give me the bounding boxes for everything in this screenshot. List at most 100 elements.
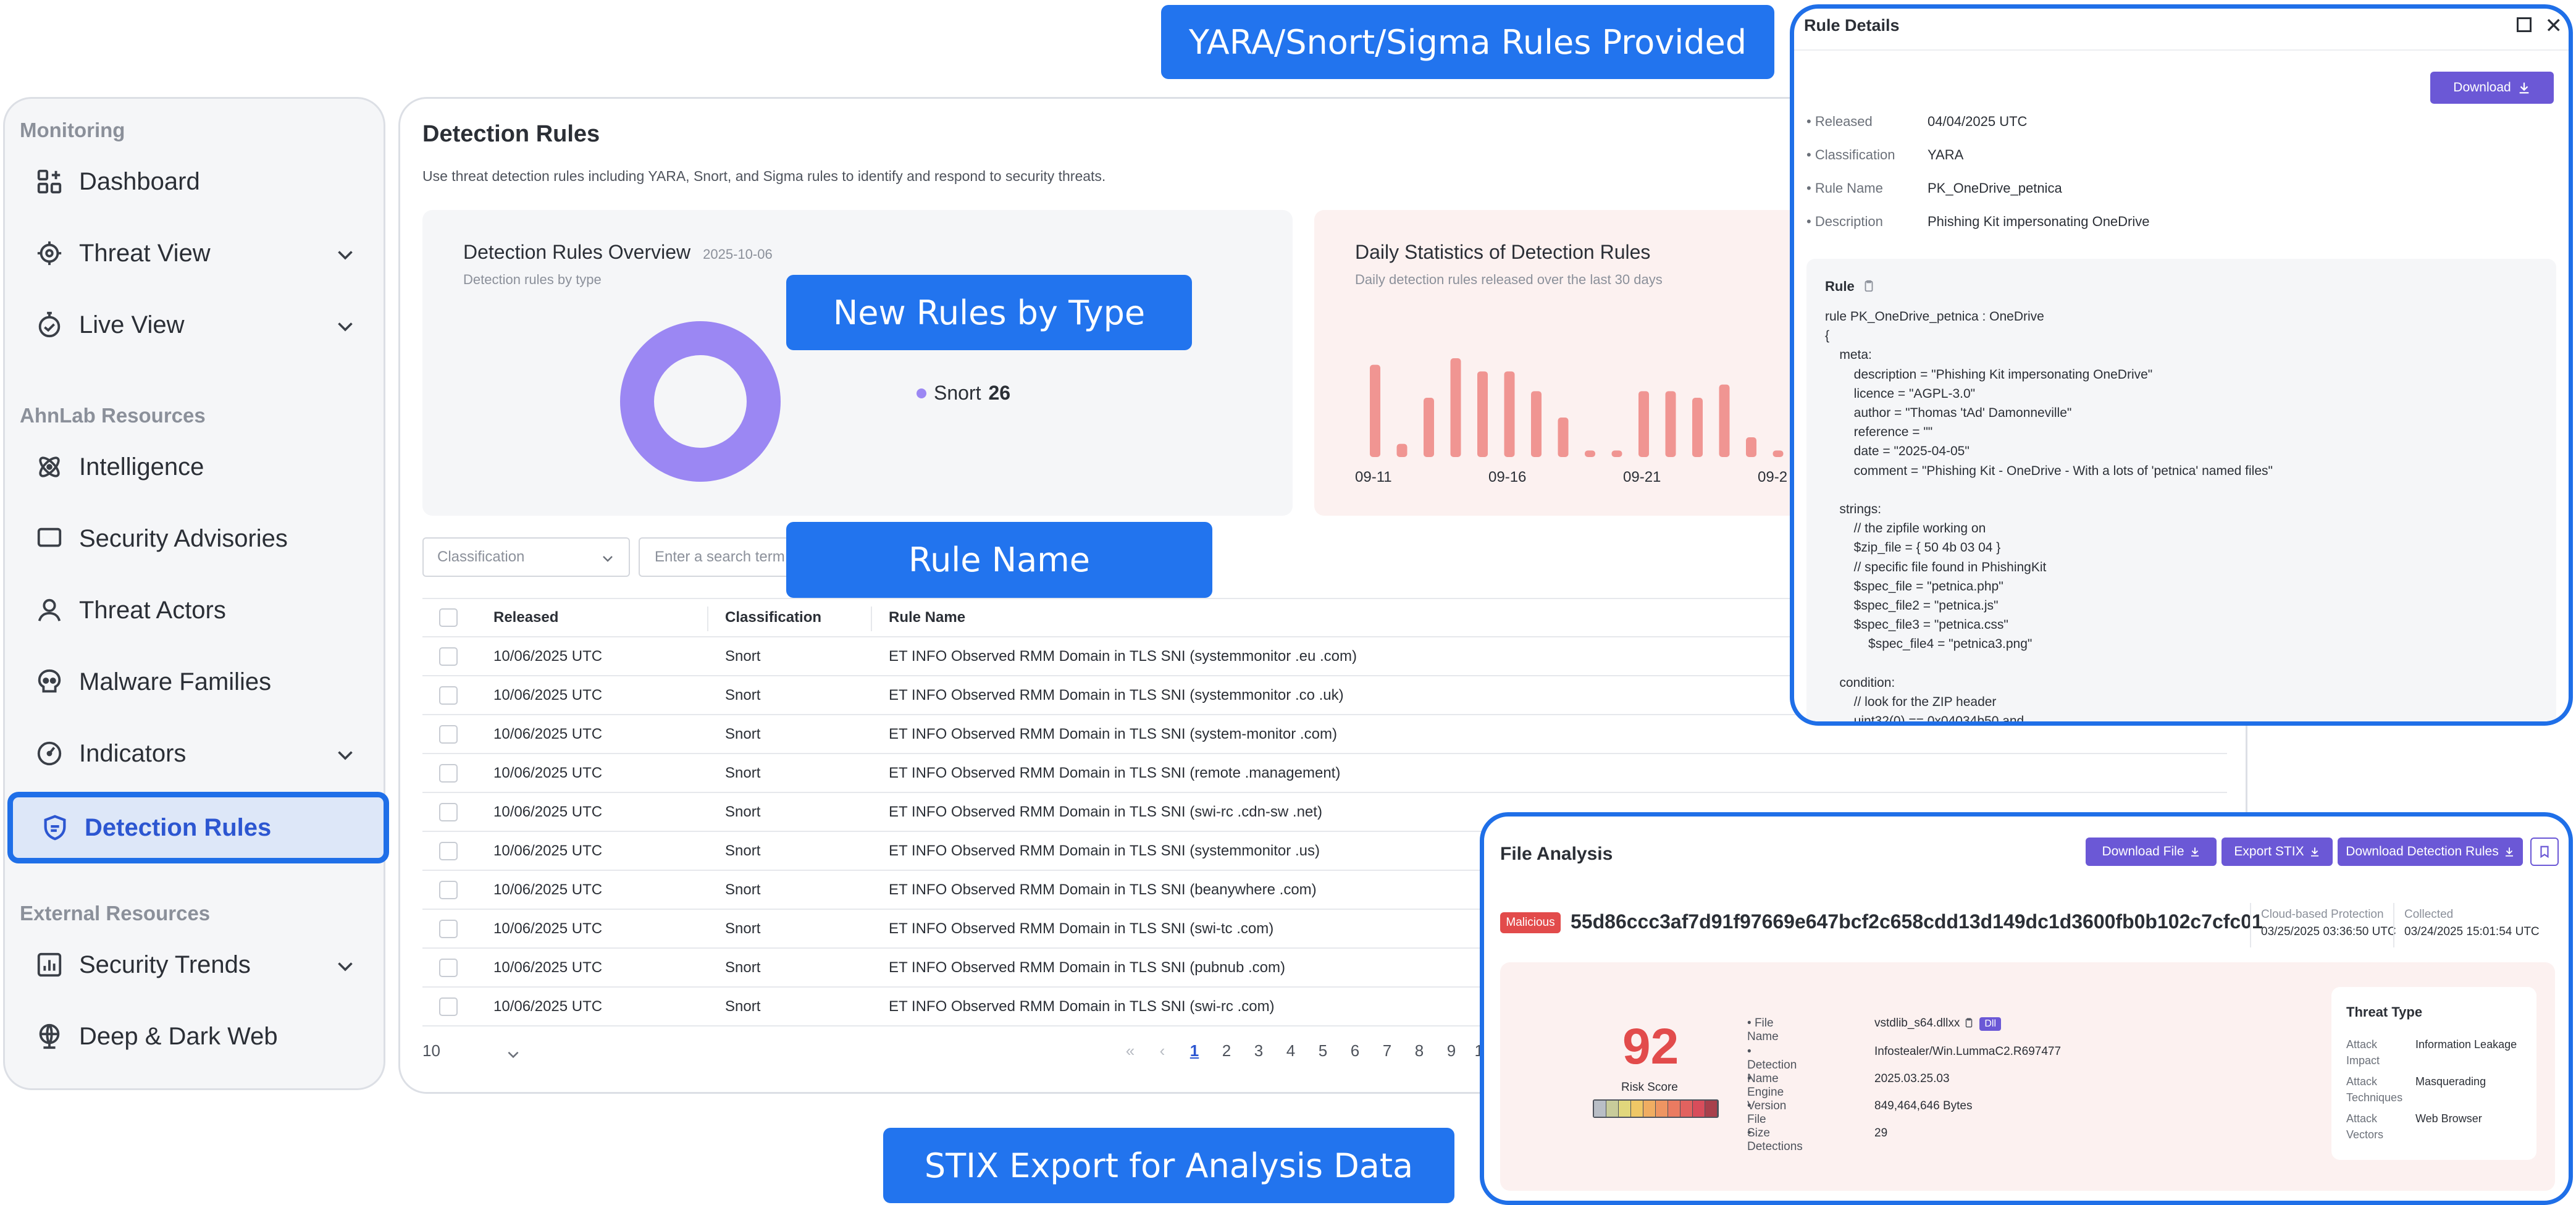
export-stix-button[interactable]: Export STIX xyxy=(2221,838,2333,866)
chevron-down-icon[interactable] xyxy=(334,955,356,977)
rule-code[interactable]: rule PK_OneDrive_petnica : OneDrive { me… xyxy=(1825,307,2273,721)
bar[interactable] xyxy=(1665,391,1676,457)
sidebar-item-intelligence[interactable]: Intelligence xyxy=(5,437,384,497)
rule-label: Rule xyxy=(1825,279,1876,295)
page-link[interactable]: 6 xyxy=(1339,1041,1371,1060)
chevron-down-icon[interactable] xyxy=(334,744,356,766)
classification-select[interactable]: Classification xyxy=(422,537,630,577)
maximize-icon[interactable] xyxy=(2517,17,2532,32)
bar[interactable] xyxy=(1558,418,1569,457)
bar[interactable] xyxy=(1370,364,1380,457)
row-checkbox[interactable] xyxy=(439,919,458,938)
cell-rule-name[interactable]: ET INFO Observed RMM Domain in TLS SNI (… xyxy=(889,687,1344,704)
download-detection-rules-button[interactable]: Download Detection Rules xyxy=(2338,838,2523,866)
chevron-down-icon[interactable] xyxy=(334,315,356,337)
sidebar-item-security-advisories[interactable]: Security Advisories xyxy=(5,509,384,568)
bar[interactable] xyxy=(1585,450,1595,457)
cell-rule-name[interactable]: ET INFO Observed RMM Domain in TLS SNI (… xyxy=(889,881,1317,899)
bar[interactable] xyxy=(1424,398,1434,457)
search-input[interactable] xyxy=(639,537,812,577)
row-checkbox[interactable] xyxy=(439,763,458,783)
row-checkbox[interactable] xyxy=(439,997,458,1016)
row-checkbox[interactable] xyxy=(439,802,458,821)
sidebar-item-deep-dark-web[interactable]: Deep & Dark Web xyxy=(5,1007,384,1066)
bar[interactable] xyxy=(1504,371,1515,457)
bar[interactable] xyxy=(1638,391,1649,457)
row-checkbox[interactable] xyxy=(439,841,458,860)
page-link[interactable]: 2 xyxy=(1210,1041,1243,1060)
close-icon[interactable]: ✕ xyxy=(2545,14,2563,38)
cell-rule-name[interactable]: ET INFO Observed RMM Domain in TLS SNI (… xyxy=(889,998,1275,1015)
cell-rule-name[interactable]: ET INFO Observed RMM Domain in TLS SNI (… xyxy=(889,842,1320,860)
chart-legend[interactable]: Snort 26 xyxy=(917,382,1010,405)
select-all-checkbox[interactable] xyxy=(439,608,458,627)
overview-title: Detection Rules Overview 2025-10-06 xyxy=(463,241,773,263)
atom-icon xyxy=(35,452,64,482)
file-hash[interactable]: 55d86ccc3af7d91f97669e647bcf2c658cdd13d1… xyxy=(1571,910,2263,933)
prev-page-button[interactable]: ‹ xyxy=(1146,1041,1178,1060)
bookmark-button[interactable] xyxy=(2530,838,2559,866)
page-link[interactable]: 3 xyxy=(1243,1041,1275,1060)
page-link[interactable]: 5 xyxy=(1307,1041,1339,1060)
bar[interactable] xyxy=(1477,371,1488,457)
page-link[interactable]: 7 xyxy=(1371,1041,1403,1060)
cloud-protection-meta: Cloud-based Protection 03/25/2025 03:36:… xyxy=(2261,908,2396,938)
row-checkbox[interactable] xyxy=(439,724,458,744)
sidebar-item-malware-families[interactable]: Malware Families xyxy=(5,652,384,712)
rule-field-value: PK_OneDrive_petnica xyxy=(1928,180,2062,196)
page-link[interactable]: 8 xyxy=(1403,1041,1435,1060)
header-classification[interactable]: Classification xyxy=(725,609,821,626)
header-released[interactable]: Released xyxy=(493,609,558,626)
bar[interactable] xyxy=(1611,450,1622,457)
bar-chart: 09-11 09-16 09-21 09-2 xyxy=(1355,358,1787,485)
shield-icon xyxy=(40,813,70,842)
row-checkbox[interactable] xyxy=(439,686,458,705)
cell-rule-name[interactable]: ET INFO Observed RMM Domain in TLS SNI (… xyxy=(889,765,1340,782)
callout-yara-rules: YARA/Snort/Sigma Rules Provided xyxy=(1161,5,1774,79)
copy-icon[interactable] xyxy=(1862,279,1876,293)
bar[interactable] xyxy=(1746,437,1756,457)
gauge-icon xyxy=(35,739,64,768)
table-row[interactable]: 10/06/2025 UTC Snort ET INFO Observed RMM … xyxy=(422,754,2227,793)
cell-rule-name[interactable]: ET INFO Observed RMM Domain in TLS SNI (… xyxy=(889,648,1357,665)
sidebar-item-threat-actors[interactable]: Threat Actors xyxy=(5,581,384,640)
sidebar-section-external: External Resources xyxy=(20,902,211,925)
bar[interactable] xyxy=(1450,358,1461,457)
bar[interactable] xyxy=(1773,450,1784,457)
user-icon xyxy=(35,595,64,625)
copy-icon[interactable] xyxy=(1963,1017,1974,1028)
page-link[interactable]: 4 xyxy=(1275,1041,1307,1060)
sidebar-item-dashboard[interactable]: Dashboard xyxy=(5,152,384,211)
download-icon xyxy=(2519,82,2529,94)
message-icon xyxy=(35,524,64,553)
score-segment xyxy=(1619,1101,1631,1117)
sidebar-item-indicators[interactable]: Indicators xyxy=(5,724,384,783)
download-button[interactable]: Download xyxy=(2430,72,2554,104)
bar[interactable] xyxy=(1692,398,1703,457)
sidebar-item-live-view[interactable]: Live View xyxy=(5,295,384,355)
page-link[interactable]: 9 xyxy=(1435,1041,1467,1060)
cell-rule-name[interactable]: ET INFO Observed RMM Domain in TLS SNI (… xyxy=(889,726,1337,743)
sidebar: Monitoring Dashboard Threat View Live Vi… xyxy=(3,97,389,1090)
first-page-button[interactable]: « xyxy=(1114,1041,1146,1060)
cell-rule-name[interactable]: ET INFO Observed RMM Domain in TLS SNI (… xyxy=(889,959,1285,976)
sidebar-item-security-trends[interactable]: Security Trends xyxy=(5,935,384,994)
sidebar-item-threat-view[interactable]: Threat View xyxy=(5,224,384,283)
download-file-button[interactable]: Download File xyxy=(2086,838,2217,866)
donut-slice[interactable] xyxy=(620,321,781,482)
row-checkbox[interactable] xyxy=(439,958,458,977)
overview-card: Detection Rules Overview 2025-10-06 Detec… xyxy=(422,210,1293,516)
cell-rule-name[interactable]: ET INFO Observed RMM Domain in TLS SNI (… xyxy=(889,804,1322,821)
sidebar-item-detection-rules[interactable]: Detection Rules xyxy=(7,792,389,863)
cell-released: 10/06/2025 UTC xyxy=(493,725,603,742)
page-link[interactable]: 1 xyxy=(1178,1041,1210,1060)
bar[interactable] xyxy=(1719,384,1730,457)
row-checkbox[interactable] xyxy=(439,880,458,899)
bar[interactable] xyxy=(1531,391,1542,457)
row-checkbox[interactable] xyxy=(439,647,458,666)
header-rule-name[interactable]: Rule Name xyxy=(889,609,965,626)
bar[interactable] xyxy=(1396,443,1408,457)
chevron-down-icon[interactable] xyxy=(334,243,356,266)
cell-rule-name[interactable]: ET INFO Observed RMM Domain in TLS SNI (… xyxy=(889,920,1273,938)
page-size-select[interactable]: 10 xyxy=(422,1041,527,1060)
